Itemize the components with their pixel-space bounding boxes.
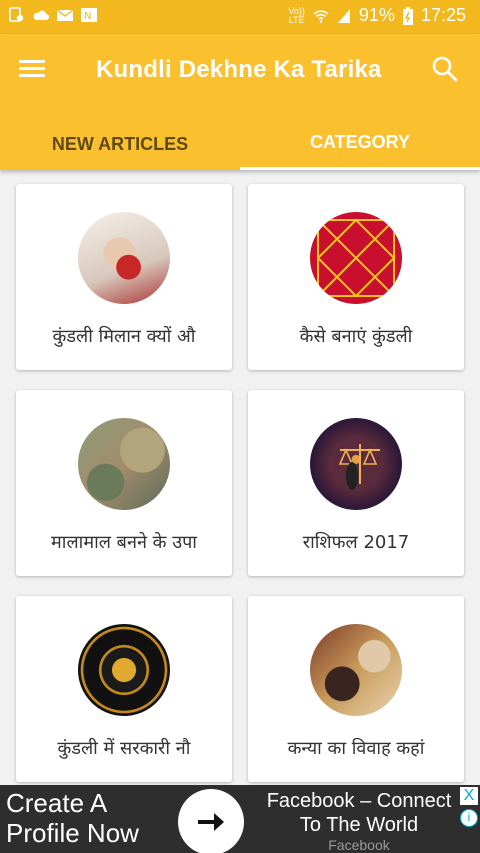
category-label: राशिफल 2017 [302,532,410,553]
category-thumbnail [78,418,170,510]
svg-text:N: N [84,11,91,22]
ad-description: Facebook – Connect To The World Facebook [252,789,466,853]
wifi-icon [313,9,329,23]
app-title: Kundli Dekhne Ka Tarika [96,56,382,83]
category-thumbnail [310,212,402,304]
ad-description-line1: Facebook – Connect [266,790,452,812]
ad-arrow-button[interactable] [178,789,244,853]
ad-headline-line2: Profile Now [6,818,139,848]
category-label: कैसे बनाएं कुंडली [299,326,413,347]
app-bar: Kundli Dekhne Ka Tarika NEW ARTICLES CAT… [0,34,480,170]
category-thumbnail [78,212,170,304]
volte-bottom-text: LTE [288,14,305,25]
category-label: कुंडली में सरकारी नौ [57,738,191,759]
ad-description-line2: To The World [299,814,419,836]
sim-icon [9,7,24,22]
category-thumbnail [78,624,170,716]
system-icons: Vo)) LTE 91% 17:25 [288,5,466,26]
office-icon: N [81,8,97,22]
category-card[interactable]: कन्या का विवाह कहां [248,596,464,782]
arrow-right-icon [198,813,224,831]
ad-banner[interactable]: Create A Profile Now Facebook – Connect … [0,785,480,853]
category-thumbnail [310,624,402,716]
tab-new-articles[interactable]: NEW ARTICLES [0,118,240,170]
battery-percent: 91% [358,5,395,25]
search-icon[interactable] [430,54,460,84]
category-label: कन्या का विवाह कहां [287,738,425,759]
status-bar: N Vo)) LTE 91% 17:25 [0,0,480,34]
tab-bar: NEW ARTICLES CATEGORY [0,118,480,170]
category-label: मालामाल बनने के उपा [51,532,197,553]
hamburger-menu-icon[interactable] [16,54,48,86]
category-card[interactable]: कुंडली मिलान क्यों औ [16,184,232,370]
category-card[interactable]: राशिफल 2017 [248,390,464,576]
category-thumbnail [310,418,402,510]
volte-indicator: Vo)) LTE [288,6,305,25]
libra-scale-icon [338,444,380,490]
battery-icon [402,6,413,25]
ad-headline-line1: Create A [6,788,108,818]
mail-icon [56,9,74,21]
cloud-icon [33,10,49,20]
ad-info-icon[interactable]: i [460,809,478,827]
category-label: कुंडली मिलान क्यों औ [52,326,196,347]
tab-category[interactable]: CATEGORY [240,118,480,170]
category-card[interactable]: कुंडली में सरकारी नौ [16,596,232,782]
notification-icons: N [8,7,98,23]
ad-advertiser: Facebook [328,837,390,853]
clock: 17:25 [420,5,466,25]
signal-icon [337,8,350,23]
ad-close-icon[interactable]: X [460,787,478,805]
category-card[interactable]: मालामाल बनने के उपा [16,390,232,576]
category-card[interactable]: कैसे बनाएं कुंडली [248,184,464,370]
ad-headline: Create A Profile Now [6,788,139,848]
kundli-chart-icon [316,218,396,298]
